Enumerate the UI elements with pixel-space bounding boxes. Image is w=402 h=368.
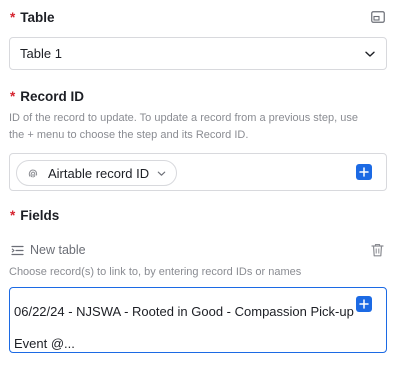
trash-icon (371, 243, 384, 257)
fields-label: * Fields (10, 208, 59, 223)
fields-value-input[interactable]: 06/22/24 - NJSWA - Rooted in Good - Comp… (9, 287, 387, 353)
record-id-pill-label: Airtable record ID (48, 165, 150, 181)
required-marker: * (10, 10, 16, 25)
remove-field-button[interactable] (371, 243, 384, 257)
step-config-panel: * Table Table 1 * Record ID ID of the re… (0, 0, 402, 368)
plus-icon (359, 167, 369, 177)
record-id-label: * Record ID (10, 89, 84, 104)
expand-panel-icon (371, 11, 385, 23)
expand-panel-button[interactable] (371, 11, 385, 23)
subfield-new-table: New table (11, 243, 86, 257)
record-id-help-line1: ID of the record to update. To update a … (9, 112, 358, 124)
insert-data-button[interactable] (356, 296, 372, 312)
fields-help: Choose record(s) to link to, by entering… (9, 266, 302, 278)
chevron-down-icon (365, 51, 375, 57)
table-label-text: Table (20, 10, 55, 25)
record-id-input[interactable]: Airtable record ID (9, 153, 387, 191)
table-select-value: Table 1 (20, 46, 62, 61)
insert-data-button[interactable] (356, 164, 372, 180)
required-marker: * (10, 208, 16, 223)
list-indent-icon (11, 245, 24, 255)
record-id-pill[interactable]: Airtable record ID (16, 160, 178, 186)
record-id-help-line2: the + menu to choose the step and its Re… (9, 129, 249, 141)
fields-value-text: 06/22/24 - NJSWA - Rooted in Good - Comp… (14, 304, 354, 351)
fingerprint-icon (28, 169, 38, 178)
table-label: * Table (10, 10, 55, 25)
table-select[interactable]: Table 1 (9, 37, 387, 70)
chevron-down-icon (157, 171, 166, 176)
plus-icon (359, 299, 369, 309)
record-id-label-text: Record ID (20, 89, 85, 104)
fields-label-text: Fields (20, 208, 60, 223)
required-marker: * (10, 89, 16, 104)
subfield-label: New table (30, 243, 86, 257)
